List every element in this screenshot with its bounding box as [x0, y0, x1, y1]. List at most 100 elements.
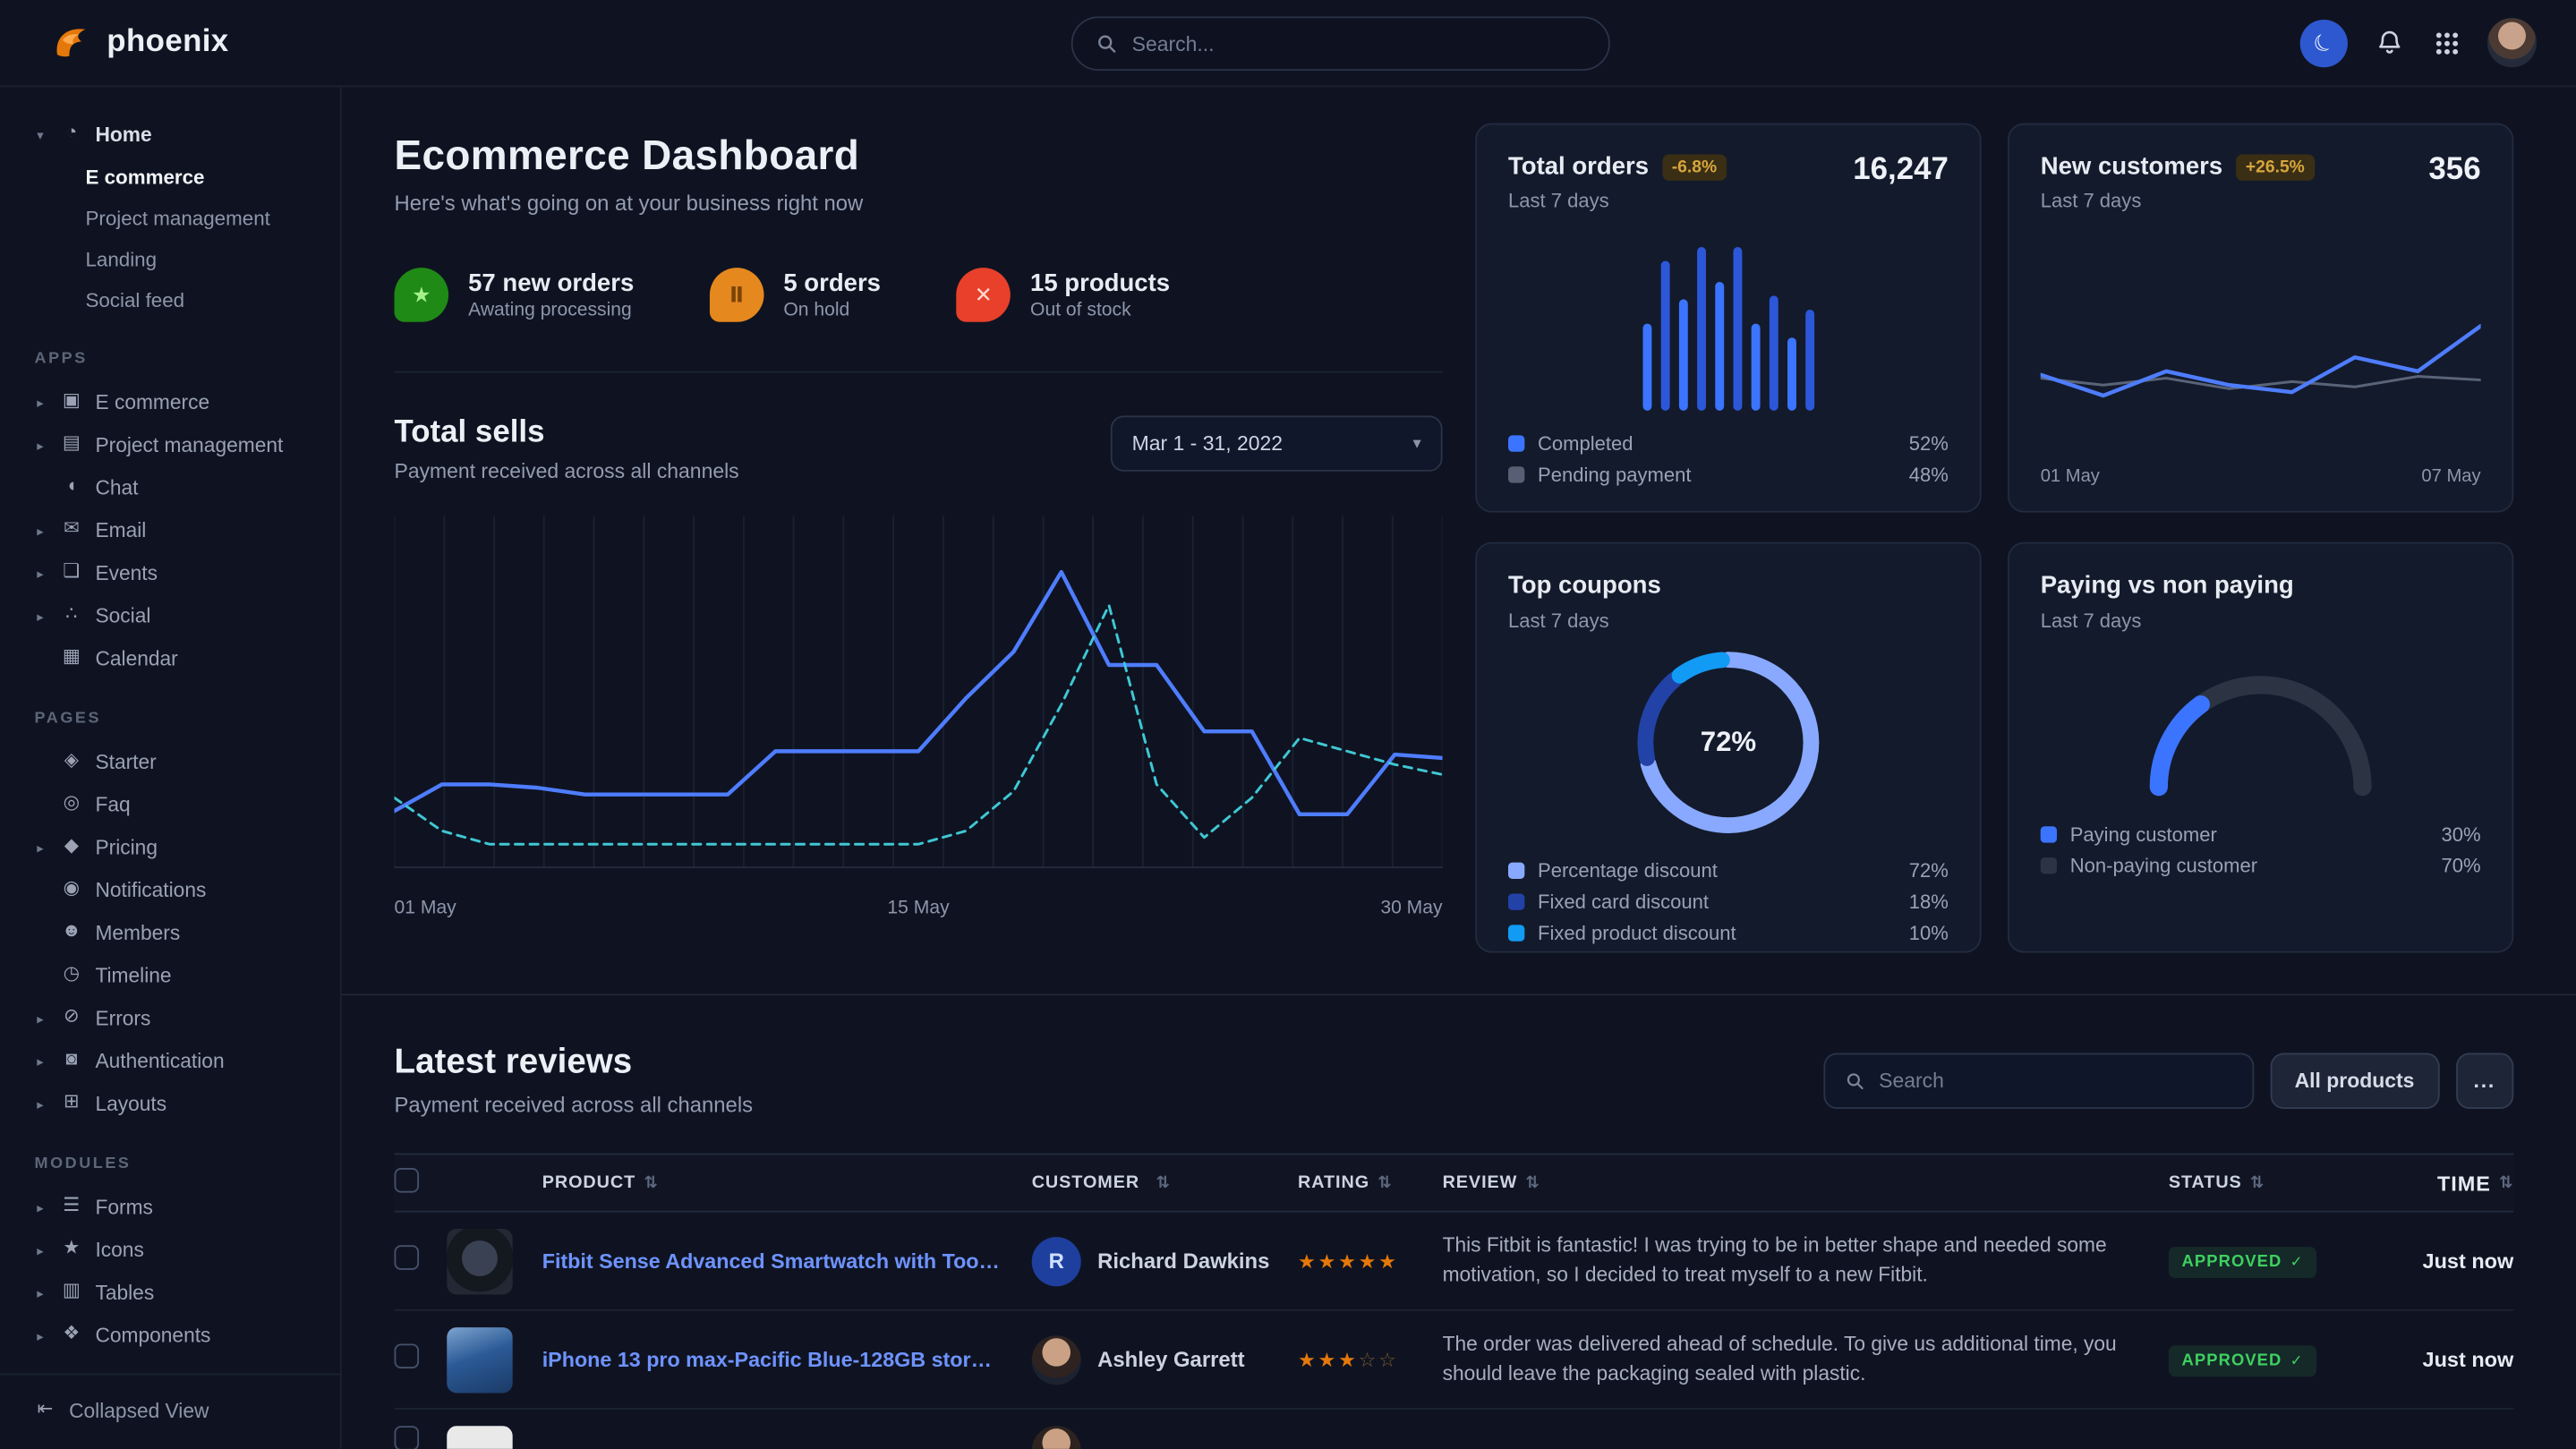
- sidebar-subitem[interactable]: Landing: [33, 238, 324, 279]
- sidebar-item[interactable]: ▸ ▥ Tables: [33, 1272, 324, 1315]
- notifications-button[interactable]: [2372, 25, 2407, 61]
- rating-stars: ★★★☆☆: [1298, 1344, 1443, 1374]
- reviews-subtitle: Payment received across all channels: [395, 1093, 754, 1118]
- reviews-search[interactable]: [1823, 1053, 2254, 1108]
- row-checkbox[interactable]: [395, 1343, 420, 1368]
- review-text: The order was delivered ahead of schedul…: [1443, 1330, 2120, 1389]
- sidebar-item[interactable]: ▸ ✉ Email: [33, 509, 324, 552]
- reviews-table: PRODUCT⇅ CUSTOMER⇅ RATING⇅ REVIEW⇅ STATU…: [395, 1154, 2514, 1449]
- product-thumbnail[interactable]: [447, 1426, 512, 1449]
- review-time: Just now: [2391, 1249, 2514, 1274]
- sidebar-item[interactable]: ▸ ◙ Authentication: [33, 1040, 324, 1083]
- sidebar-item[interactable]: ▸ ▣ E commerce: [33, 381, 324, 424]
- select-all-checkbox[interactable]: [395, 1168, 420, 1193]
- date-range-select[interactable]: Mar 1 - 31, 2022 ▾: [1111, 415, 1443, 471]
- sidebar: ▾ ◔ Home E commerce Project management L…: [0, 87, 342, 1449]
- paying-gauge-chart: [2129, 643, 2393, 807]
- chevron-right-icon: ▸: [33, 1096, 48, 1112]
- collapsed-view-toggle[interactable]: ⇤ Collapsed View: [33, 1390, 324, 1433]
- brand-name: phoenix: [107, 25, 228, 61]
- sidebar-item[interactable]: ▸ ❏ Events: [33, 552, 324, 595]
- sidebar-item[interactable]: ▸ ⊞ Layouts: [33, 1083, 324, 1126]
- new-customers-line-chart: [2041, 239, 2481, 439]
- sidebar-item[interactable]: ▸ ▤ Project management: [33, 424, 324, 467]
- brand[interactable]: phoenix: [49, 21, 229, 64]
- reviews-search-input[interactable]: [1879, 1069, 2232, 1092]
- sidebar-item[interactable]: ▸ ▦ Calendar: [33, 637, 324, 680]
- column-header-customer[interactable]: CUSTOMER⇅: [1032, 1173, 1298, 1193]
- total-sells-x-axis: 01 May 15 May 30 May: [395, 899, 1443, 918]
- customer-cell[interactable]: R Richard Dawkins: [1032, 1236, 1298, 1285]
- user-avatar[interactable]: [2487, 18, 2537, 67]
- sidebar-item[interactable]: ▸ ◈ Starter: [33, 741, 324, 784]
- chevron-down-icon: ▾: [1412, 434, 1420, 452]
- product-thumbnail[interactable]: [447, 1326, 512, 1392]
- top-coupons-card: Top coupons Last 7 days 72% Percentage d…: [1475, 542, 1981, 953]
- sidebar-item[interactable]: ▸ ◆ Pricing: [33, 826, 324, 869]
- legend-row: Pending payment 48%: [1508, 464, 1949, 487]
- review-text: This Fitbit is fantastic! I was trying t…: [1443, 1232, 2120, 1291]
- latest-reviews-section: Latest reviews Payment received across a…: [395, 1044, 2514, 1449]
- chevron-right-icon: ▸: [33, 1328, 48, 1343]
- column-header-review[interactable]: REVIEW⇅: [1443, 1173, 2169, 1193]
- column-header-time[interactable]: TIME⇅: [2391, 1171, 2514, 1196]
- search-icon: [1845, 1070, 1864, 1090]
- sidebar-item[interactable]: ▸ ∴ Social: [33, 594, 324, 637]
- chevron-right-icon: ▸: [33, 840, 48, 856]
- table-row: [395, 1410, 2514, 1449]
- star-icon: ★: [1318, 1249, 1339, 1273]
- legend-swatch: [2041, 857, 2057, 874]
- sidebar-item[interactable]: ▸ ◖ Chat: [33, 466, 324, 509]
- clipboard-icon: ▤: [59, 436, 84, 455]
- sidebar-subitem[interactable]: Project management: [33, 197, 324, 238]
- all-products-button[interactable]: All products: [2270, 1053, 2439, 1108]
- sidebar-item[interactable]: ▸ ☻ Members: [33, 912, 324, 955]
- star-icon: ★: [1338, 1249, 1359, 1273]
- table-row: iPhone 13 pro max-Pacific Blue-128GB sto…: [395, 1311, 2514, 1410]
- sidebar-subitem[interactable]: Social feed: [33, 279, 324, 320]
- row-checkbox[interactable]: [395, 1426, 420, 1449]
- product-link[interactable]: Fitbit Sense Advanced Smartwatch with To…: [542, 1249, 1002, 1273]
- row-checkbox[interactable]: [395, 1244, 420, 1269]
- sidebar-item[interactable]: ▸ ❖ Components: [33, 1314, 324, 1357]
- column-header-status[interactable]: STATUS⇅: [2169, 1173, 2391, 1193]
- dashboard-left-column: Ecommerce Dashboard Here's what's going …: [395, 133, 1443, 918]
- product-link[interactable]: iPhone 13 pro max-Pacific Blue-128GB sto…: [542, 1348, 1002, 1371]
- theme-toggle-button[interactable]: ☾: [2300, 19, 2348, 66]
- sort-icon: ⇅: [2250, 1173, 2265, 1191]
- sidebar-subitem[interactable]: E commerce: [33, 156, 324, 197]
- sidebar-item[interactable]: ▸ ⊘ Errors: [33, 997, 324, 1040]
- product-thumbnail[interactable]: [447, 1228, 512, 1293]
- sidebar-section-label: APPS: [35, 350, 324, 368]
- more-options-button[interactable]: ...: [2455, 1053, 2513, 1108]
- column-header-product[interactable]: PRODUCT⇅: [542, 1173, 1032, 1193]
- check-icon: ✓: [2290, 1253, 2304, 1271]
- legend-swatch: [1508, 435, 1524, 451]
- sidebar-item[interactable]: ▸ ★ Icons: [33, 1229, 324, 1272]
- global-search[interactable]: [1071, 16, 1610, 71]
- search-icon: [1096, 33, 1117, 55]
- column-header-rating[interactable]: RATING⇅: [1298, 1173, 1443, 1193]
- legend-row: Paying customer 30%: [2041, 823, 2481, 847]
- global-search-input[interactable]: [1132, 32, 1586, 55]
- phoenix-logo-icon: [49, 21, 92, 64]
- paying-vs-nonpaying-card: Paying vs non paying Last 7 days Paying …: [2008, 542, 2513, 953]
- table-header: PRODUCT⇅ CUSTOMER⇅ RATING⇅ REVIEW⇅ STATU…: [395, 1154, 2514, 1213]
- sidebar-item[interactable]: ▸ ◷ Timeline: [33, 954, 324, 997]
- sort-icon: ⇅: [1156, 1173, 1170, 1191]
- donut-center-label: 72%: [1625, 639, 1831, 846]
- apps-grid-button[interactable]: [2432, 27, 2463, 58]
- top-navbar: phoenix ☾: [0, 0, 2576, 87]
- pause-icon: Ⅱ: [729, 285, 744, 306]
- sidebar-item[interactable]: ▸ ☰ Forms: [33, 1186, 324, 1229]
- legend-row: Completed 52%: [1508, 432, 1949, 456]
- sort-icon: ⇅: [1378, 1173, 1392, 1191]
- status-badge: APPROVED ✓: [2169, 1246, 2316, 1277]
- bell-icon: ◉: [59, 881, 84, 899]
- sidebar-item-home[interactable]: ▾ ◔ Home: [33, 114, 324, 157]
- sidebar-item[interactable]: ▸ ◉ Notifications: [33, 869, 324, 912]
- customer-cell[interactable]: Ashley Garrett: [1032, 1334, 1298, 1384]
- customer-avatar: [1032, 1334, 1081, 1384]
- star-icon: ★: [1338, 1348, 1359, 1371]
- sidebar-item[interactable]: ▸ ◎ Faq: [33, 784, 324, 827]
